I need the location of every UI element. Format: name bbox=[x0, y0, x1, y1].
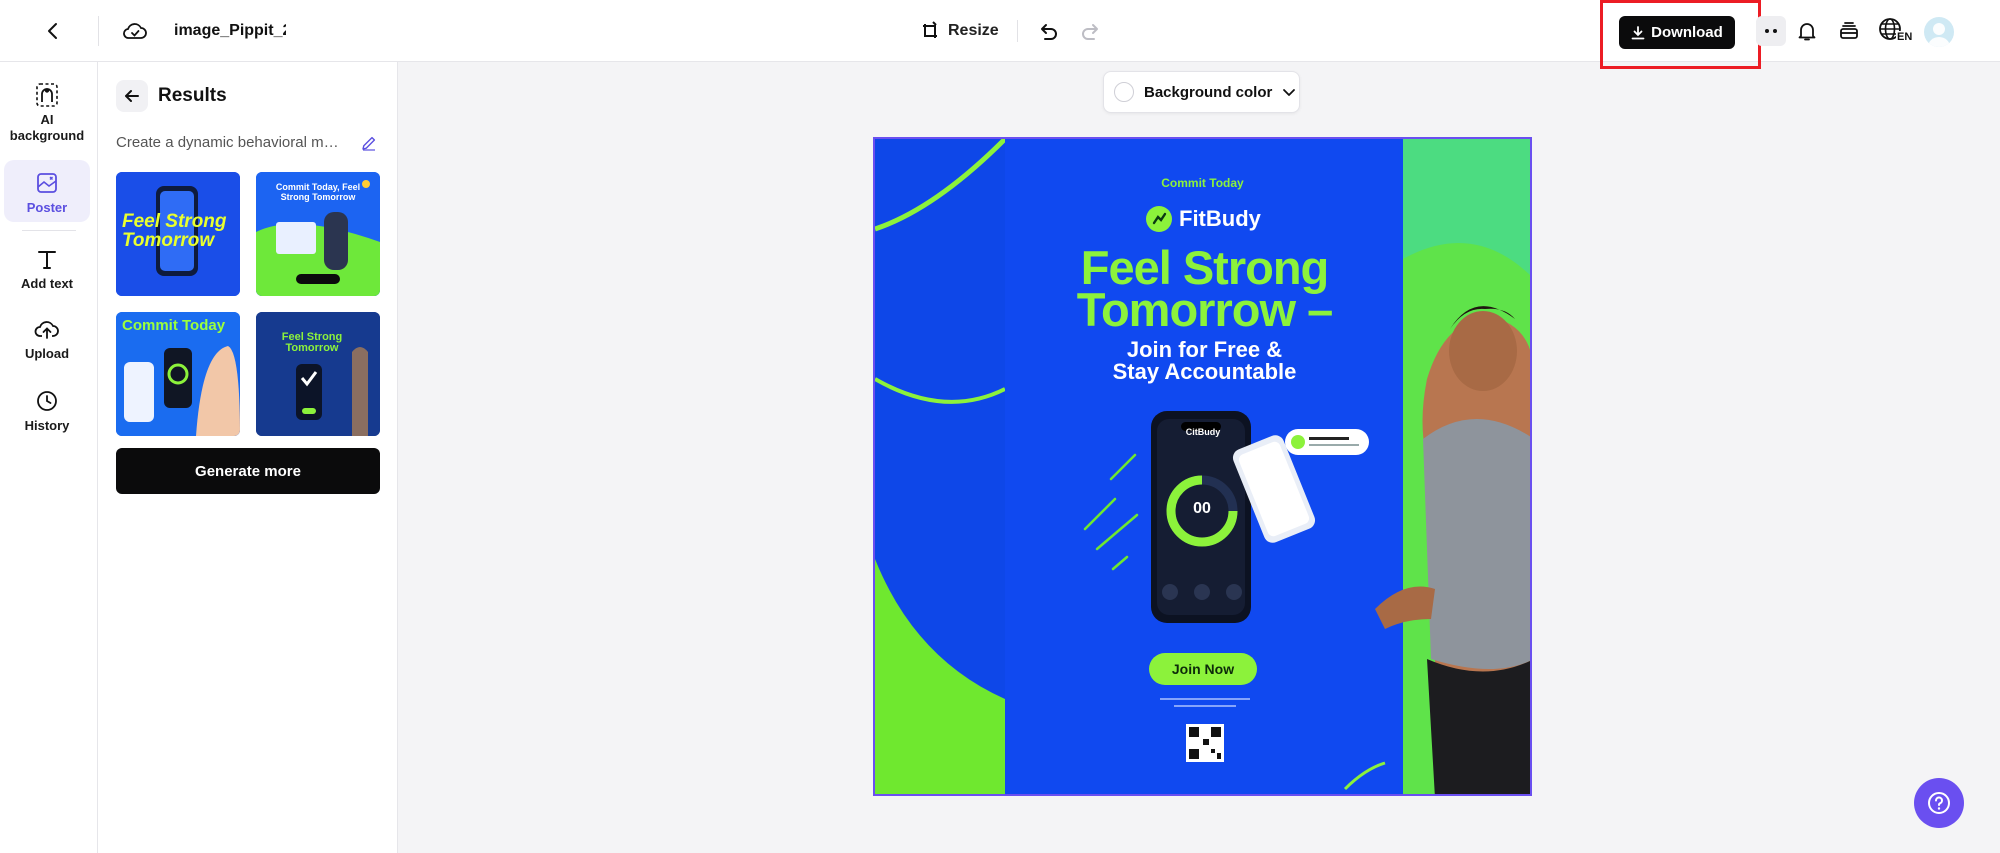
resize-button[interactable]: Resize bbox=[920, 16, 999, 46]
generate-more-button[interactable]: Generate more bbox=[116, 448, 380, 494]
file-name[interactable]: image_Pippit_20 bbox=[174, 22, 286, 40]
chevron-down-icon bbox=[1283, 89, 1296, 96]
redo-icon[interactable] bbox=[1076, 16, 1106, 46]
rail-item-history[interactable]: History bbox=[4, 388, 90, 444]
resize-icon bbox=[923, 21, 937, 38]
result-thumbnail[interactable]: Commit Today bbox=[116, 312, 240, 436]
edit-pencil-icon[interactable] bbox=[358, 132, 380, 154]
thumbnail-title: Commit Today bbox=[122, 317, 226, 334]
divider bbox=[22, 230, 76, 231]
rail-label: Add text bbox=[21, 276, 73, 291]
cloud-sync-icon[interactable] bbox=[118, 14, 152, 48]
divider bbox=[1017, 20, 1018, 42]
results-grid: Feel Strong Tomorrow Commit Today, Feel … bbox=[116, 172, 380, 436]
top-bar: image_Pippit_20 Resize Download EN bbox=[0, 0, 2000, 69]
brand-name: FitBudy bbox=[1179, 206, 1261, 231]
panel-back-button[interactable] bbox=[116, 80, 148, 112]
question-mark-icon bbox=[1928, 792, 1950, 814]
tool-rail: AI background Poster Add text Upload His… bbox=[0, 62, 98, 853]
rail-label: AI background bbox=[9, 112, 85, 143]
ai-background-icon bbox=[34, 82, 60, 108]
result-thumbnail[interactable]: Feel Strong Tomorrow bbox=[116, 172, 240, 296]
download-icon bbox=[1631, 25, 1645, 39]
subheadline-line-2: Stay Accountable bbox=[1112, 359, 1297, 384]
help-button[interactable] bbox=[1914, 778, 1964, 828]
poster-headline: Feel Strong Tomorrow – bbox=[875, 244, 1530, 336]
thumbnail-title: Feel Strong Tomorrow bbox=[122, 211, 227, 251]
rail-item-ai-background[interactable]: AI background bbox=[4, 78, 90, 158]
brand-logo-icon bbox=[1146, 206, 1172, 232]
text-icon bbox=[34, 246, 60, 272]
rail-item-poster[interactable]: Poster bbox=[4, 160, 90, 222]
poster-fine-print bbox=[875, 696, 1530, 715]
language-code: EN bbox=[1896, 31, 1914, 43]
arrow-left-icon bbox=[125, 90, 139, 102]
headline-line-2: Tomorrow – bbox=[1076, 283, 1333, 336]
undo-icon[interactable] bbox=[1033, 16, 1063, 46]
avatar[interactable] bbox=[1924, 17, 1954, 47]
fine-print-lines bbox=[1159, 698, 1250, 707]
rail-label: History bbox=[24, 418, 70, 433]
poster-brand: FitBudy bbox=[1145, 205, 1261, 233]
back-icon[interactable] bbox=[36, 14, 70, 48]
background-color-label: Background color bbox=[1144, 83, 1273, 101]
layers-icon[interactable] bbox=[1834, 16, 1864, 46]
thumbnail-title: Feel Strong Tomorrow bbox=[281, 331, 343, 354]
notification-bell-icon[interactable] bbox=[1792, 16, 1822, 46]
rail-item-upload[interactable]: Upload bbox=[4, 316, 90, 372]
upload-icon bbox=[34, 316, 60, 342]
phone-counter: 00 bbox=[1193, 500, 1211, 517]
background-color-dropdown[interactable]: Background color bbox=[1103, 71, 1300, 113]
poster-canvas[interactable]: Commit Today FitBudy Feel Strong Tomorro… bbox=[873, 137, 1532, 796]
prompt-text: Create a dynamic behavioral marketing po… bbox=[116, 134, 344, 151]
divider bbox=[98, 16, 99, 46]
download-button[interactable]: Download bbox=[1619, 16, 1735, 49]
more-icon[interactable] bbox=[1756, 16, 1786, 46]
language-globe-icon[interactable]: EN bbox=[1876, 14, 1916, 48]
phone-app-name: CitBudy bbox=[1185, 427, 1221, 437]
history-icon bbox=[34, 388, 60, 414]
subheadline-line-1: Join for Free & bbox=[1126, 337, 1283, 362]
results-panel: Results Create a dynamic behavioral mark… bbox=[98, 62, 398, 853]
panel-title: Results bbox=[158, 85, 227, 106]
thumbnail-title: Commit Today, Feel Strong Tomorrow bbox=[275, 182, 361, 202]
poster-icon bbox=[34, 170, 60, 196]
rail-label: Poster bbox=[26, 200, 68, 215]
download-label: Download bbox=[1651, 24, 1723, 41]
rail-label: Upload bbox=[24, 346, 70, 361]
poster-join-button: Join Now bbox=[1149, 653, 1257, 685]
rail-item-add-text[interactable]: Add text bbox=[4, 246, 90, 302]
result-thumbnail[interactable]: Feel Strong Tomorrow bbox=[256, 312, 380, 436]
poster-tagline: Commit Today bbox=[1161, 176, 1244, 190]
result-thumbnail[interactable]: Commit Today, Feel Strong Tomorrow bbox=[256, 172, 380, 296]
poster-subheadline: Join for Free & Stay Accountable bbox=[875, 337, 1530, 384]
resize-label: Resize bbox=[948, 22, 999, 39]
color-swatch bbox=[1114, 82, 1134, 102]
